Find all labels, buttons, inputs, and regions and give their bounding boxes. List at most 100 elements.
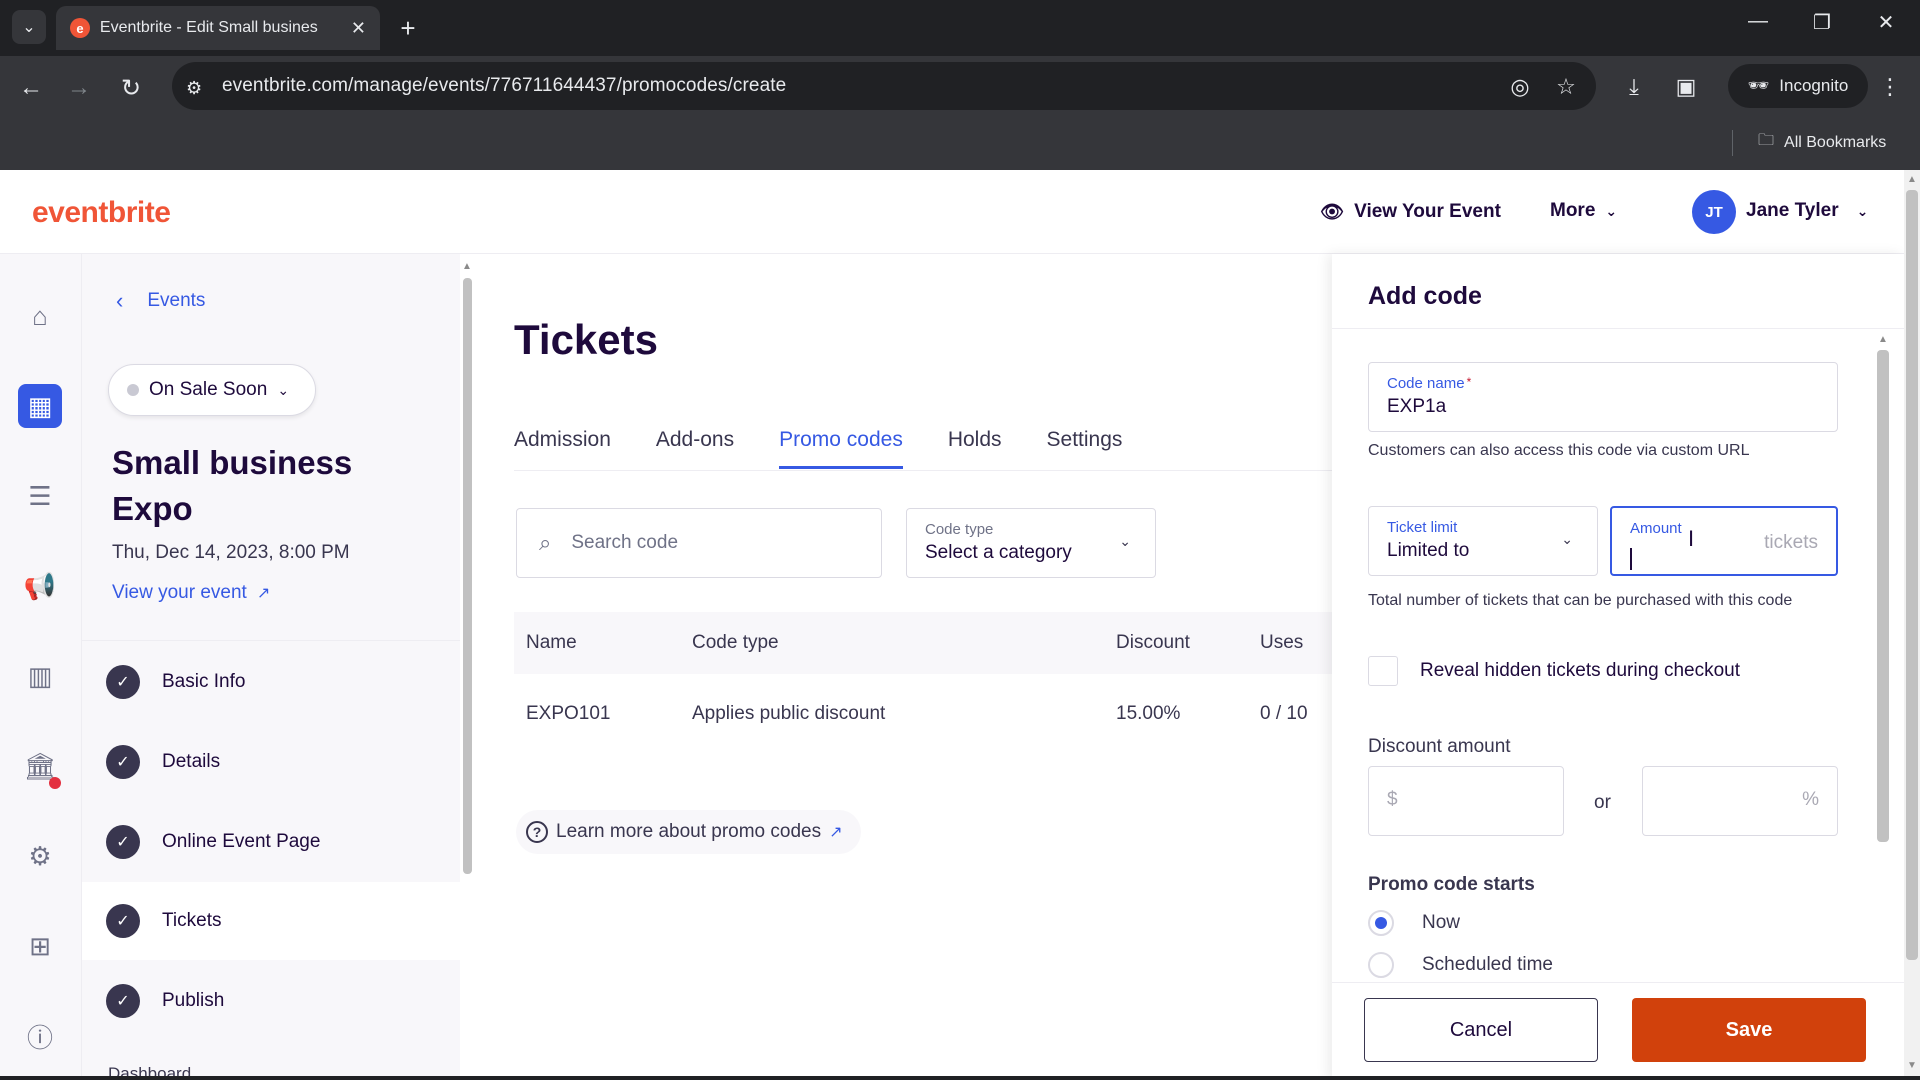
new-tab-icon[interactable]: + <box>392 12 424 44</box>
tab-admission[interactable]: Admission <box>514 428 611 469</box>
learn-more-promo-codes-link[interactable]: ? Learn more about promo codes ↗ <box>516 810 861 854</box>
browser-tab[interactable]: e Eventbrite - Edit Small busines ✕ <box>56 6 380 50</box>
bar-chart-icon[interactable]: ▥ <box>18 654 62 698</box>
code-name-field[interactable]: Code name * EXP1a <box>1368 362 1838 432</box>
or-label: or <box>1594 792 1611 813</box>
forward-arrow-icon[interactable]: → <box>64 74 94 102</box>
column-header-discount[interactable]: Discount <box>1116 632 1190 654</box>
gear-icon[interactable]: ⚙ <box>18 834 62 878</box>
drawer-title: Add code <box>1368 282 1482 310</box>
amount-unit: tickets <box>1764 532 1818 553</box>
scroll-up-icon[interactable]: ▲ <box>1907 174 1917 185</box>
tab-promo-codes[interactable]: Promo codes <box>779 428 903 469</box>
radio-scheduled[interactable] <box>1368 952 1394 978</box>
incognito-badge[interactable]: 🕶 Incognito <box>1728 64 1868 108</box>
view-your-event-link[interactable]: 👁 View Your Event <box>1320 200 1501 224</box>
search-icon: ⌕ <box>539 530 552 555</box>
user-menu[interactable]: Jane Tyler ⌄ <box>1746 200 1868 222</box>
menu-dots-icon[interactable]: ⋮ <box>1874 74 1906 100</box>
step-publish[interactable]: ✓ Publish <box>82 962 460 1040</box>
text-cursor-icon: Ι <box>1688 526 1695 551</box>
column-header-name[interactable]: Name <box>526 632 577 654</box>
tab-settings[interactable]: Settings <box>1047 428 1123 469</box>
chevron-down-icon: ⌄ <box>1856 202 1869 219</box>
download-icon[interactable]: ⤓ <box>1618 74 1650 100</box>
back-arrow-icon[interactable]: ← <box>16 74 46 102</box>
more-menu[interactable]: More ⌄ <box>1550 200 1617 222</box>
apps-grid-icon[interactable]: ⊞ <box>18 924 62 968</box>
back-to-events[interactable]: ‹ Events <box>116 288 205 314</box>
search-code-field[interactable]: ⌕ <box>516 508 882 578</box>
scroll-down-icon[interactable]: ▼ <box>1907 1060 1917 1071</box>
dollar-prefix: $ <box>1387 789 1398 810</box>
code-name-help: Customers can also access this code via … <box>1368 442 1750 459</box>
table-row[interactable]: EXPO101 Applies public discount 15.00% 0… <box>514 680 1332 748</box>
reveal-hidden-label[interactable]: Reveal hidden tickets during checkout <box>1420 660 1740 682</box>
view-your-event-label: View Your Event <box>1354 201 1501 222</box>
learn-more-label: Learn more about promo codes <box>556 821 822 842</box>
site-settings-icon[interactable]: ⚙ <box>186 78 202 99</box>
sidebar-scroll-thumb[interactable] <box>463 278 472 874</box>
home-icon[interactable]: ⌂ <box>18 294 62 338</box>
star-icon[interactable]: ☆ <box>1550 74 1582 100</box>
page-scroll-thumb[interactable] <box>1906 190 1918 960</box>
radio-now[interactable] <box>1368 910 1394 936</box>
starts-now-option[interactable]: Now <box>1368 910 1460 936</box>
chevron-down-icon: ⌄ <box>1561 531 1573 547</box>
view-event-label: View your event <box>112 582 247 603</box>
code-type-select[interactable]: Code type Select a category ⌄ <box>906 508 1156 578</box>
external-link-icon: ↗ <box>829 824 843 841</box>
code-name-input[interactable]: EXP1a <box>1387 396 1819 418</box>
amount-field[interactable]: Amount Ι tickets <box>1610 506 1838 576</box>
starts-scheduled-option[interactable]: Scheduled time <box>1368 952 1553 978</box>
chevron-left-icon: ‹ <box>116 288 124 313</box>
scroll-up-icon[interactable]: ▲ <box>1878 334 1888 345</box>
step-details[interactable]: ✓ Details <box>82 723 460 801</box>
chevron-down-icon: ⌄ <box>277 381 290 398</box>
column-header-code-type[interactable]: Code type <box>692 632 779 654</box>
eventbrite-logo[interactable]: eventbrite <box>32 196 171 230</box>
code-type-label: Code type <box>925 521 994 538</box>
tab-search-icon[interactable]: ⌄ <box>12 10 46 44</box>
restore-icon[interactable]: ❐ <box>1802 10 1842 35</box>
step-label: Publish <box>162 990 225 1011</box>
back-label: Events <box>147 290 206 311</box>
incognito-icon: 🕶 <box>1747 76 1770 95</box>
tab-holds[interactable]: Holds <box>948 428 1002 469</box>
help-icon[interactable]: ⓘ <box>18 1014 62 1058</box>
scroll-up-icon[interactable]: ▲ <box>462 261 472 272</box>
promo-table-header: Name Code type Discount Uses <box>514 612 1332 674</box>
event-status-dropdown[interactable]: On Sale Soon ⌄ <box>108 364 316 416</box>
save-button[interactable]: Save <box>1632 998 1866 1062</box>
view-event-link[interactable]: View your event ↗ <box>112 582 270 604</box>
reload-icon[interactable]: ↻ <box>116 74 146 103</box>
window-close-icon[interactable]: ✕ <box>1866 10 1906 35</box>
discount-dollar-input[interactable]: $ <box>1368 766 1564 836</box>
column-header-uses[interactable]: Uses <box>1260 632 1303 654</box>
avatar[interactable]: JT <box>1692 190 1736 234</box>
incognito-label: Incognito <box>1779 76 1849 95</box>
eye-off-icon[interactable]: ◎ <box>1504 74 1536 100</box>
search-input[interactable] <box>571 532 832 554</box>
calendar-icon[interactable]: ▦ <box>18 384 62 428</box>
discount-percent-input[interactable]: % <box>1642 766 1838 836</box>
reveal-hidden-checkbox[interactable] <box>1368 656 1398 686</box>
bookmarks-divider <box>1732 130 1733 156</box>
orders-list-icon[interactable]: ☰ <box>18 474 62 518</box>
tab-title: Eventbrite - Edit Small busines <box>99 19 318 36</box>
drawer-scroll-thumb[interactable] <box>1877 350 1889 842</box>
row-uses: 0 / 10 <box>1260 703 1308 724</box>
tab-add-ons[interactable]: Add-ons <box>656 428 734 469</box>
address-bar[interactable]: eventbrite.com/manage/events/77671164443… <box>172 62 1596 110</box>
side-panel-icon[interactable]: ▣ <box>1670 74 1702 100</box>
ticket-limit-select[interactable]: Ticket limit Limited to ⌄ <box>1368 506 1598 576</box>
megaphone-icon[interactable]: 📢 <box>18 564 62 608</box>
minimize-icon[interactable]: — <box>1738 10 1778 33</box>
step-tickets[interactable]: ✓ Tickets <box>82 882 460 960</box>
required-mark: * <box>1466 375 1472 389</box>
step-online-event-page[interactable]: ✓ Online Event Page <box>82 803 460 881</box>
all-bookmarks[interactable]: 🗀 All Bookmarks <box>1758 129 1886 156</box>
close-icon[interactable]: ✕ <box>351 18 366 39</box>
cancel-button[interactable]: Cancel <box>1364 998 1598 1062</box>
step-basic-info[interactable]: ✓ Basic Info <box>82 643 460 721</box>
